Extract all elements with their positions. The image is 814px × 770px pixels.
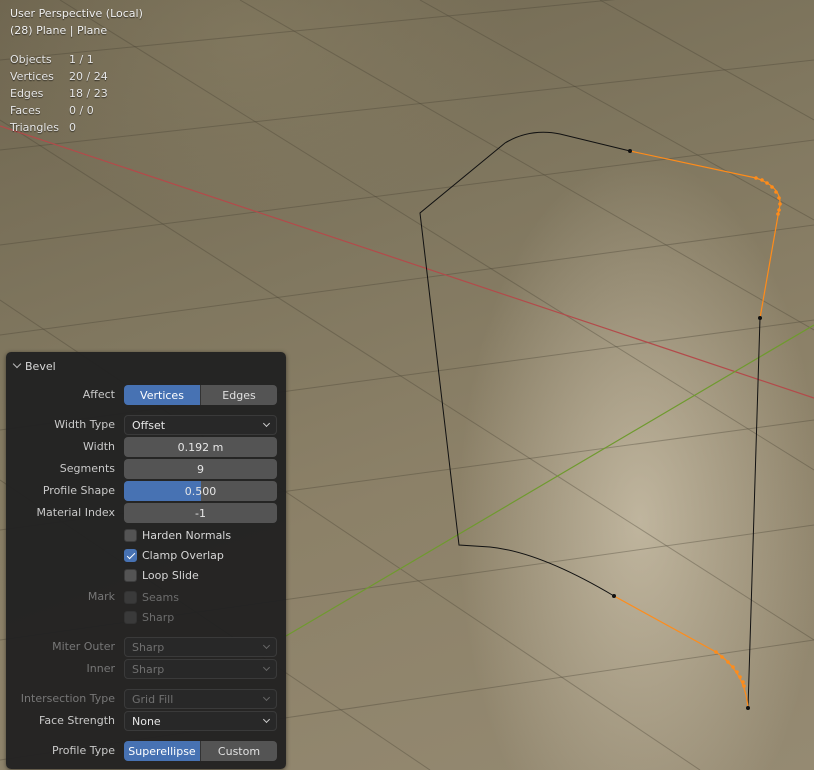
chevron-down-icon [262,715,271,724]
stat-label: Objects [10,53,52,66]
stat-value: 0 [69,121,76,134]
affect-label: Affect [82,388,115,401]
segments-label: Segments [59,462,115,475]
segments-value: 9 [197,462,204,476]
view-title: User Perspective (Local) [10,7,143,20]
stat-objects: Objects 1 / 1 [10,51,108,68]
harden-normals-label: Harden Normals [142,528,232,542]
checkbox-icon[interactable] [124,528,137,542]
panel-header[interactable]: Bevel [12,358,56,374]
profile-type-superellipse-button[interactable]: Superellipse [124,741,201,761]
clamp-overlap-checkbox[interactable]: Clamp Overlap [124,547,224,563]
mark-seams-label: Seams [142,590,179,604]
profile-shape-slider[interactable]: 0.500 [124,481,277,501]
face-strength-dropdown[interactable]: None [124,711,277,731]
segments-field[interactable]: 9 [124,459,277,479]
material-index-label: Material Index [36,506,115,519]
material-index-field[interactable]: -1 [124,503,277,523]
mark-seams-checkbox[interactable]: Seams [124,589,179,605]
width-type-value: Offset [132,418,166,432]
object-info: (28) Plane | Plane [10,24,108,37]
inner-label: Inner [86,662,115,675]
clamp-overlap-label: Clamp Overlap [142,548,224,562]
scene-statistics: Objects 1 / 1 Vertices 20 / 24 Edges 18 / 2… [10,51,108,136]
chevron-down-icon [262,641,271,650]
selected-edges [613,150,781,709]
intersection-type-value: Grid Fill [132,692,174,706]
material-index-value: -1 [195,506,206,520]
stat-value: 18 / 23 [69,87,108,100]
harden-normals-checkbox[interactable]: Harden Normals [124,527,231,543]
profile-type-toggle: Superellipse Custom [124,741,277,761]
mesh-edges [419,131,761,709]
inner-dropdown[interactable]: Sharp [124,659,277,679]
intersection-type-label: Intersection Type [20,692,115,705]
checkbox-icon[interactable] [124,610,137,624]
panel-title: Bevel [25,359,56,373]
stat-faces: Faces 0 / 0 [10,102,108,119]
stat-value: 1 / 1 [69,53,94,66]
miter-outer-label: Miter Outer [52,640,115,653]
width-value: 0.192 m [177,440,224,454]
profile-shape-value: 0.500 [184,484,217,498]
width-type-dropdown[interactable]: Offset [124,415,277,435]
chevron-down-icon[interactable] [12,359,22,369]
stat-label: Vertices [10,70,54,83]
mesh-vertices [612,149,762,710]
width-field[interactable]: 0.192 m [124,437,277,457]
mark-sharp-checkbox[interactable]: Sharp [124,609,174,625]
checkbox-icon[interactable] [124,590,137,604]
mark-label: Mark [87,590,115,603]
stat-edges: Edges 18 / 23 [10,85,108,102]
chevron-down-icon [262,419,271,428]
loop-slide-label: Loop Slide [142,568,199,582]
checkbox-checked-icon[interactable] [124,548,137,562]
profile-type-label: Profile Type [52,744,115,757]
checkbox-icon[interactable] [124,568,137,582]
stat-value: 20 / 24 [69,70,108,83]
stat-label: Faces [10,104,41,117]
stat-triangles: Triangles 0 [10,119,108,136]
stat-label: Edges [10,87,44,100]
stat-value: 0 / 0 [69,104,94,117]
intersection-type-dropdown[interactable]: Grid Fill [124,689,277,709]
bevel-operator-panel: Bevel Affect Vertices Edges Width Type O… [6,352,286,769]
stat-label: Triangles [10,121,59,134]
chevron-down-icon [262,693,271,702]
profile-shape-label: Profile Shape [42,484,115,497]
miter-outer-dropdown[interactable]: Sharp [124,637,277,657]
face-strength-label: Face Strength [39,714,115,727]
profile-type-custom-button[interactable]: Custom [201,741,277,761]
face-strength-value: None [132,714,161,728]
inner-value: Sharp [132,662,165,676]
loop-slide-checkbox[interactable]: Loop Slide [124,567,199,583]
miter-outer-value: Sharp [132,640,165,654]
stat-vertices: Vertices 20 / 24 [10,68,108,85]
width-type-label: Width Type [54,418,115,431]
mark-sharp-label: Sharp [142,610,175,624]
affect-vertices-button[interactable]: Vertices [124,385,201,405]
affect-toggle: Vertices Edges [124,385,277,405]
width-label: Width [83,440,115,453]
affect-edges-button[interactable]: Edges [201,385,277,405]
chevron-down-icon [262,663,271,672]
